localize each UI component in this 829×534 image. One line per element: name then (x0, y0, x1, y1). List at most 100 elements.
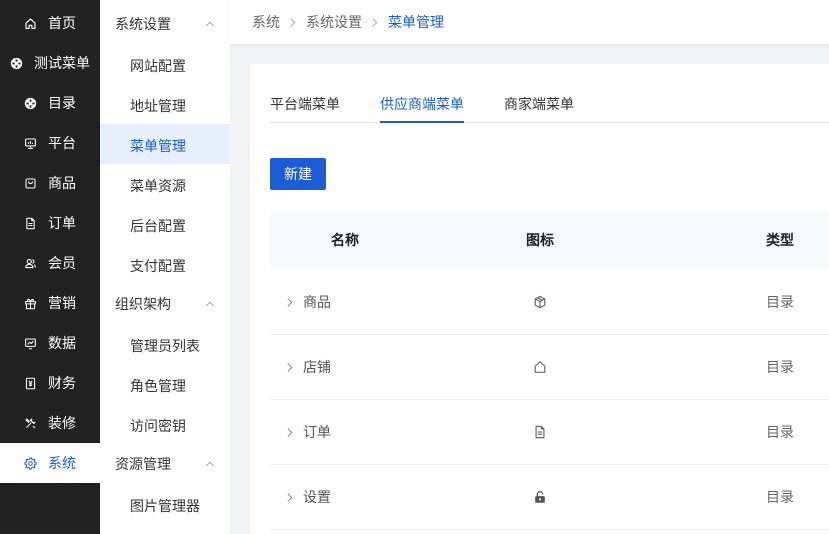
expand-chevron-icon[interactable] (286, 492, 293, 503)
submenu-item-image-manager[interactable]: 图片管理器 (100, 484, 230, 524)
column-header-icon: 图标 (526, 232, 554, 248)
table-row[interactable]: 设置 目录 (270, 465, 829, 530)
bag-icon (24, 177, 37, 190)
document-icon (24, 217, 37, 230)
house-icon (533, 360, 547, 374)
nav-item-test-menu[interactable]: 测试菜单 (0, 43, 100, 83)
secondary-sidebar: 系统设置 网站配置 地址管理 菜单管理 菜单资源 后台配置 支付配置 组织架构 … (100, 0, 230, 534)
submenu-item-label: 后台配置 (130, 217, 186, 234)
submenu-item-payment-config[interactable]: 支付配置 (100, 244, 230, 284)
nav-item-label: 财务 (48, 375, 76, 391)
table-row[interactable]: 店铺 目录 (270, 335, 829, 400)
document-icon (533, 425, 547, 439)
submenu-item-access-keys[interactable]: 访问密钥 (100, 404, 230, 444)
submenu-item-label: 图片管理器 (130, 497, 200, 514)
nav-item-label: 系统 (48, 455, 76, 471)
submenu-item-site-config[interactable]: 网站配置 (100, 44, 230, 84)
menu-type: 目录 (766, 294, 794, 310)
nav-item-label: 订单 (48, 215, 76, 231)
primary-nav-list: 首页 测试菜单 目录 平台 商品 订单 会员 营销 数据 财务 装修 系统 (0, 3, 100, 483)
chart-icon (24, 337, 37, 350)
submenu-item-menu-resources[interactable]: 菜单资源 (100, 164, 230, 204)
column-header-type: 类型 (766, 232, 794, 248)
chevron-up-icon (205, 460, 215, 468)
submenu-item-label: 地址管理 (130, 97, 186, 114)
tab-merchant-menu[interactable]: 商家端菜单 (504, 86, 574, 122)
nav-item-label: 营销 (48, 295, 76, 311)
nav-item-label: 商品 (48, 175, 76, 191)
nav-item-decoration[interactable]: 装修 (0, 403, 100, 443)
lock-icon (533, 490, 547, 504)
gear-icon (24, 456, 37, 470)
home-icon (24, 17, 37, 30)
submenu-item-menu-management[interactable]: 菜单管理 (100, 124, 230, 164)
monitor-icon (24, 137, 37, 150)
submenu-group-organization[interactable]: 组织架构 (100, 284, 230, 324)
submenu-group-system-settings[interactable]: 系统设置 (100, 4, 230, 44)
tab-platform-menu[interactable]: 平台端菜单 (270, 86, 340, 122)
menu-tabs: 平台端菜单 供应商端菜单 商家端菜单 (270, 86, 829, 123)
name-cell: 订单 (270, 422, 420, 442)
nav-item-catalog[interactable]: 目录 (0, 83, 100, 123)
icon-cell (420, 490, 660, 504)
chevron-right-icon (289, 17, 296, 28)
submenu-item-label: 支付配置 (130, 257, 186, 274)
primary-sidebar: 首页 测试菜单 目录 平台 商品 订单 会员 营销 数据 财务 装修 系统 (0, 0, 100, 534)
submenu-item-roles[interactable]: 角色管理 (100, 364, 230, 404)
nav-item-label: 测试菜单 (34, 55, 90, 71)
nav-item-marketing[interactable]: 营销 (0, 283, 100, 323)
aperture-icon (10, 57, 23, 70)
cube-icon (533, 295, 547, 309)
submenu-item-label: 角色管理 (130, 377, 186, 394)
gift-icon (24, 297, 37, 310)
nav-item-system[interactable]: 系统 (0, 443, 100, 483)
table-header: 名称 图标 类型 (270, 210, 829, 270)
icon-cell (420, 360, 660, 374)
chevron-up-icon (205, 300, 215, 308)
expand-chevron-icon[interactable] (286, 297, 293, 308)
column-header-name: 名称 (331, 232, 359, 248)
breadcrumb: 系统 系统设置 菜单管理 (252, 12, 444, 32)
icon-cell (420, 425, 660, 439)
new-button[interactable]: 新建 (270, 158, 326, 190)
submenu-item-label: 菜单管理 (130, 137, 186, 154)
nav-item-label: 首页 (48, 15, 76, 31)
table-row[interactable]: 商品 目录 (270, 270, 829, 335)
submenu-list: 系统设置 网站配置 地址管理 菜单管理 菜单资源 后台配置 支付配置 组织架构 … (100, 4, 230, 524)
name-cell: 店铺 (270, 357, 420, 377)
nav-item-platform[interactable]: 平台 (0, 123, 100, 163)
submenu-group-resources[interactable]: 资源管理 (100, 444, 230, 484)
nav-item-home[interactable]: 首页 (0, 3, 100, 43)
submenu-item-admin-list[interactable]: 管理员列表 (100, 324, 230, 364)
users-icon (24, 257, 37, 270)
chevron-up-icon (205, 20, 215, 28)
nav-item-products[interactable]: 商品 (0, 163, 100, 203)
tab-supplier-menu[interactable]: 供应商端菜单 (380, 86, 464, 123)
nav-item-finance[interactable]: 财务 (0, 363, 100, 403)
menu-type: 目录 (766, 359, 794, 375)
menu-type: 目录 (766, 424, 794, 440)
submenu-group-title: 组织架构 (115, 296, 171, 312)
expand-chevron-icon[interactable] (286, 362, 293, 373)
menu-name: 设置 (303, 489, 331, 505)
breadcrumb-item-current: 菜单管理 (388, 14, 444, 30)
icon-cell (420, 295, 660, 309)
breadcrumb-item-system-settings[interactable]: 系统设置 (306, 12, 362, 32)
submenu-item-admin-config[interactable]: 后台配置 (100, 204, 230, 244)
menu-name: 店铺 (303, 359, 331, 375)
finance-icon (24, 377, 37, 390)
nav-item-orders[interactable]: 订单 (0, 203, 100, 243)
nav-item-label: 会员 (48, 255, 76, 271)
breadcrumb-bar: 系统 系统设置 菜单管理 (230, 0, 829, 44)
breadcrumb-item-system[interactable]: 系统 (252, 12, 280, 32)
menu-name: 订单 (303, 424, 331, 440)
aperture-icon (24, 97, 37, 110)
table-row[interactable]: 订单 目录 (270, 400, 829, 465)
nav-item-members[interactable]: 会员 (0, 243, 100, 283)
submenu-item-address[interactable]: 地址管理 (100, 84, 230, 124)
nav-item-data[interactable]: 数据 (0, 323, 100, 363)
submenu-item-label: 管理员列表 (130, 337, 200, 354)
menu-name: 商品 (303, 294, 331, 310)
menu-table: 名称 图标 类型 商品 目录 店铺 目录 订单 目录 设置 目录 (270, 210, 829, 530)
expand-chevron-icon[interactable] (286, 427, 293, 438)
